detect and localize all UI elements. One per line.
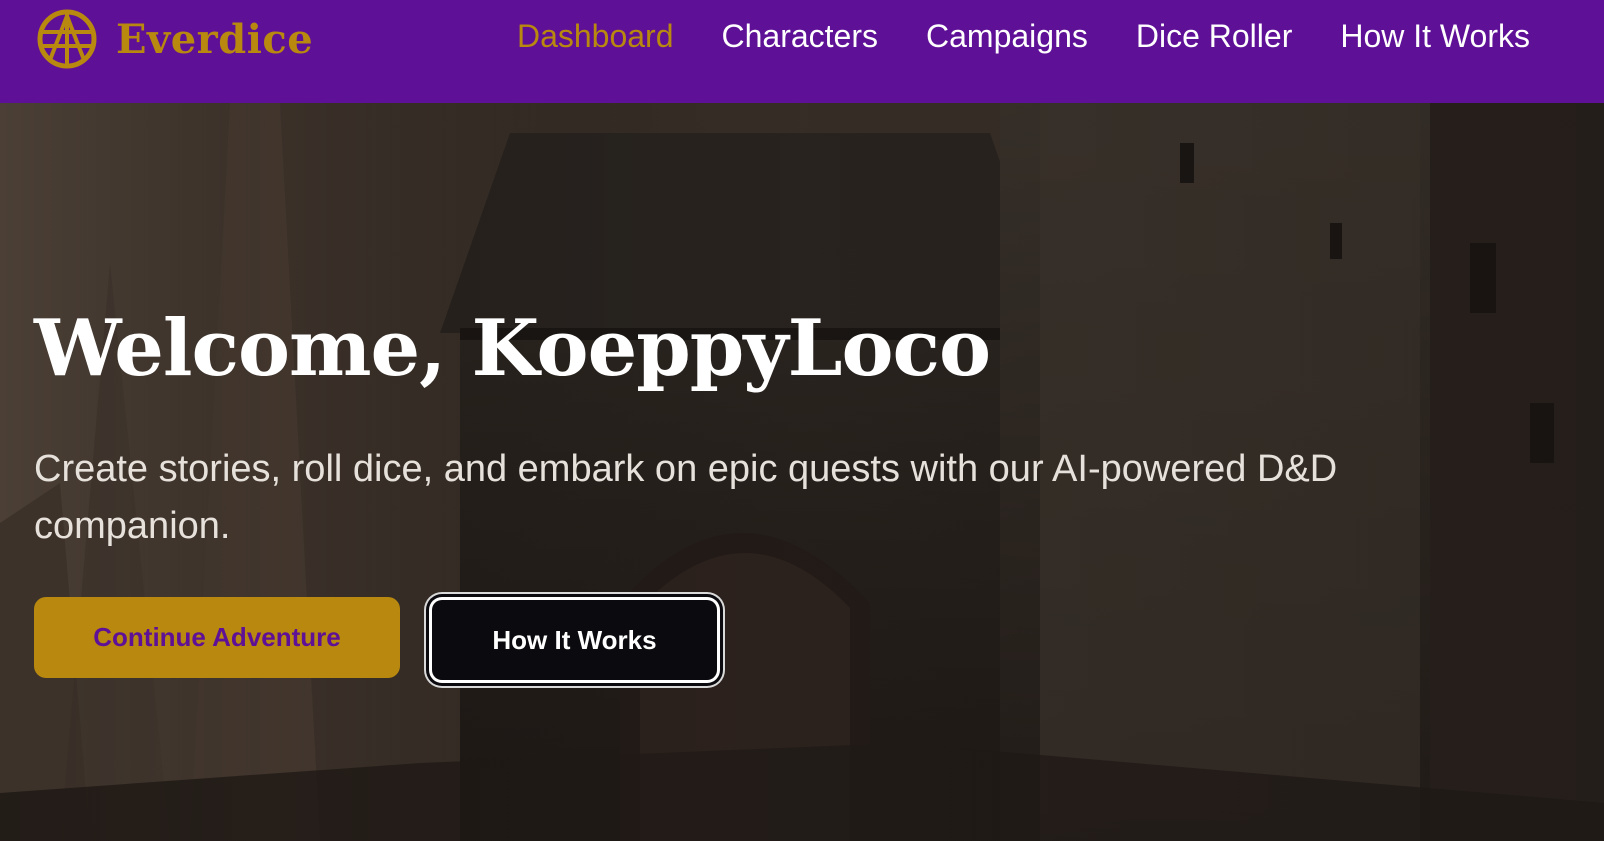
top-navbar: Everdice Dashboard Characters Campaigns … <box>0 0 1604 103</box>
hero-section: Welcome, KoeppyLoco Create stories, roll… <box>0 103 1604 841</box>
welcome-heading: Welcome, KoeppyLoco <box>34 303 991 394</box>
nav-link-how-it-works[interactable]: How It Works <box>1340 18 1530 55</box>
nav-link-dice-roller[interactable]: Dice Roller <box>1136 18 1292 55</box>
brand-home-link[interactable]: Everdice <box>36 8 313 70</box>
brand-name: Everdice <box>116 15 314 63</box>
nav-link-campaigns[interactable]: Campaigns <box>926 18 1088 55</box>
globe-compass-icon <box>37 9 97 69</box>
main-nav: Dashboard Characters Campaigns Dice Roll… <box>517 18 1530 55</box>
continue-adventure-button[interactable]: Continue Adventure <box>34 597 400 678</box>
nav-link-characters[interactable]: Characters <box>722 18 879 55</box>
nav-link-dashboard[interactable]: Dashboard <box>517 18 674 55</box>
hero-tagline: Create stories, roll dice, and embark on… <box>34 448 1338 547</box>
how-it-works-button[interactable]: How It Works <box>432 600 717 680</box>
